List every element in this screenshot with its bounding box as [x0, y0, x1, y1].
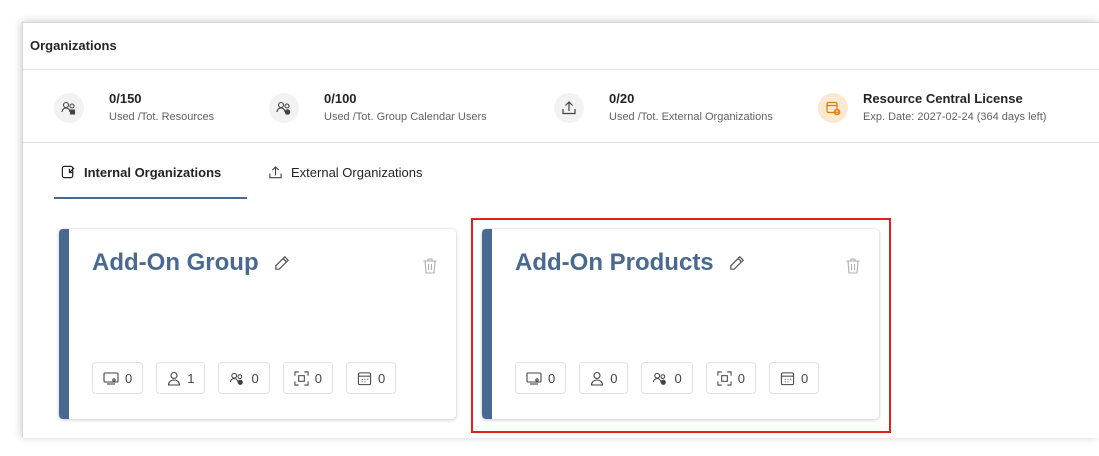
count-value: 0	[674, 370, 682, 386]
tab-internal-organizations[interactable]: Internal Organizations	[61, 162, 221, 182]
users-count-chip: 0	[579, 362, 629, 394]
count-value: 0	[251, 370, 259, 386]
group-users-icon	[652, 371, 668, 386]
card-accent-bar	[59, 229, 69, 419]
card-title: Add-On Products	[515, 249, 714, 276]
count-value: 0	[548, 370, 556, 386]
stat-label: Exp. Date: 2027-02-24 (364 days left)	[863, 111, 1047, 123]
group-users-count-chip: 0	[641, 362, 693, 394]
external-organizations-icon	[268, 165, 283, 180]
organization-card[interactable]: Add-On Group 0 1 0 0 0	[59, 229, 456, 419]
internal-organizations-icon	[61, 165, 76, 180]
divider	[23, 69, 1099, 70]
rooms-count-chip: 0	[515, 362, 567, 394]
count-value: 0	[125, 370, 133, 386]
delete-icon[interactable]	[422, 257, 438, 275]
stat-value: 0/20	[609, 91, 635, 106]
resource-scan-icon	[294, 370, 309, 386]
room-icon	[103, 371, 119, 385]
stat-value: Resource Central License	[863, 91, 1023, 106]
resource-scan-icon	[717, 370, 732, 386]
count-value: 0	[377, 370, 386, 386]
user-icon	[590, 371, 604, 386]
group-users-count-chip: 0	[218, 362, 270, 394]
organization-card[interactable]: Add-On Products 0 0 0 0 0	[482, 229, 879, 419]
stat-label: Used /Tot. Group Calendar Users	[324, 111, 487, 123]
calendar-icon	[780, 371, 795, 386]
calendars-count-chip: 0	[345, 362, 397, 394]
page-title: Organizations	[30, 38, 117, 53]
stat-label: Used /Tot. Resources	[109, 111, 215, 123]
stat-value: 0/150	[109, 91, 142, 106]
room-icon	[526, 371, 542, 385]
user-icon	[167, 371, 181, 386]
card-title-row: Add-On Products	[515, 249, 746, 277]
license-icon	[818, 93, 848, 123]
card-stats: 0 1 0 0 0	[92, 362, 397, 394]
card-stats: 0 0 0 0 0	[515, 362, 820, 394]
count-value: 0	[610, 370, 618, 386]
group-users-icon	[229, 371, 245, 386]
delete-icon[interactable]	[845, 257, 861, 275]
external-organizations-icon	[554, 93, 584, 123]
count-value: 0	[314, 370, 322, 386]
count-value: 1	[187, 370, 195, 386]
resources-icon	[54, 93, 84, 123]
edit-icon[interactable]	[273, 254, 291, 272]
card-accent-bar	[482, 229, 492, 419]
resources-count-chip: 0	[282, 362, 333, 394]
count-value: 0	[800, 370, 809, 386]
resources-count-chip: 0	[705, 362, 756, 394]
edit-icon[interactable]	[728, 254, 746, 272]
divider	[23, 142, 1099, 143]
calendar-icon	[357, 371, 372, 386]
tab-label: Internal Organizations	[84, 164, 222, 180]
tab-label: External Organizations	[291, 164, 423, 180]
tab-external-organizations[interactable]: External Organizations	[268, 162, 423, 182]
card-title: Add-On Group	[92, 249, 259, 276]
stat-label: Used /Tot. External Organizations	[609, 111, 773, 123]
rooms-count-chip: 0	[92, 362, 144, 394]
active-tab-indicator	[54, 197, 247, 199]
count-value: 0	[737, 370, 745, 386]
organizations-panel: Organizations 0/150 Used /Tot. Resources…	[22, 22, 1099, 438]
calendars-count-chip: 0	[768, 362, 820, 394]
users-count-chip: 1	[156, 362, 206, 394]
card-title-row: Add-On Group	[92, 249, 291, 277]
stat-value: 0/100	[324, 91, 357, 106]
group-calendar-users-icon	[269, 93, 299, 123]
